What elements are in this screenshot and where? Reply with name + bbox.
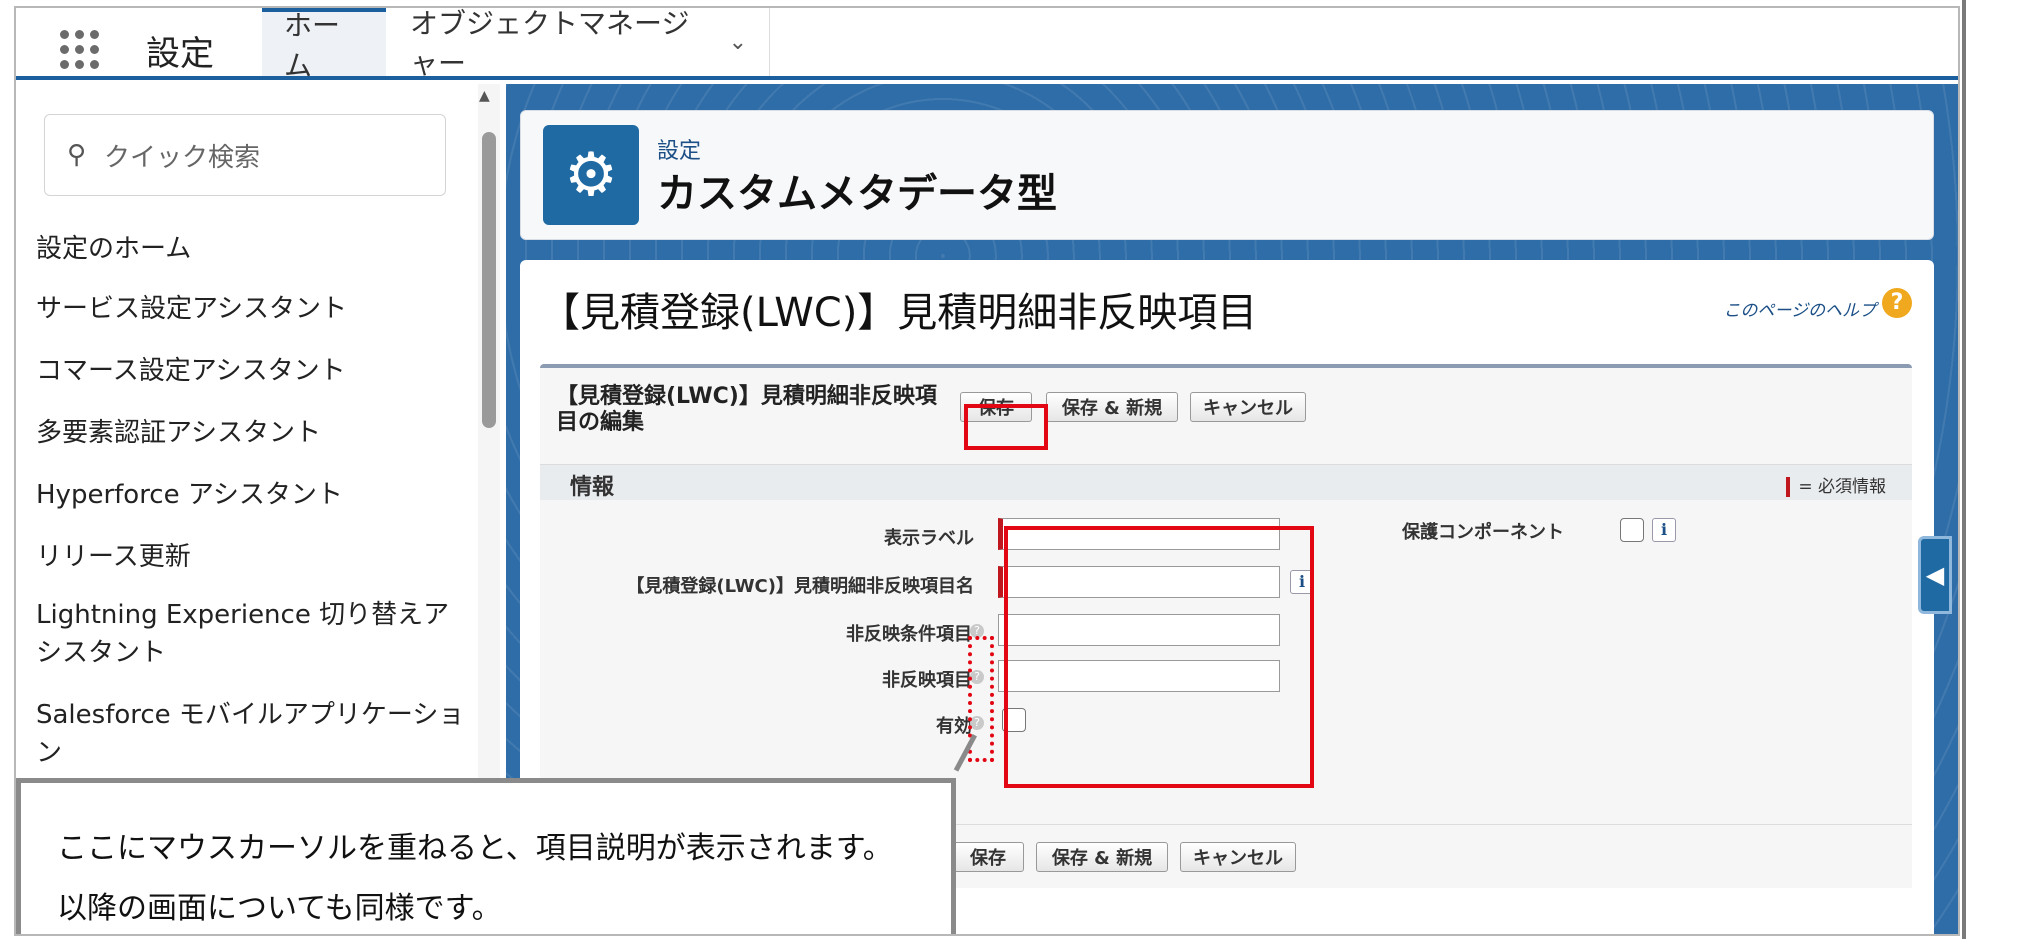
sidebar-item-commerce-assistant[interactable]: コマース設定アシスタント — [36, 352, 476, 390]
scroll-up-icon[interactable]: ▲ — [479, 88, 490, 104]
callout-line-1: ここにマウスカーソルを重ねると、項目説明が表示されます。 — [57, 831, 893, 866]
app-window: 設定 ホーム オブジェクトマネージャー ⌄ ⚲ クイック検索 設定のホーム サー… — [14, 6, 1960, 936]
sidebar-item-service-assistant[interactable]: サービス設定アシスタント — [36, 290, 476, 328]
save-button-highlight — [964, 404, 1048, 450]
sidebar-item-setup-home[interactable]: 設定のホーム — [36, 230, 476, 268]
tab-object-manager[interactable]: オブジェクトマネージャー ⌄ — [388, 8, 770, 80]
callout-line-2: 以降の画面についても同様です。 — [57, 891, 502, 926]
field-label-protected: 保護コンポーネント — [1402, 522, 1564, 543]
protected-info-icon[interactable]: i — [1652, 518, 1676, 542]
save-and-new-button-bottom[interactable]: 保存 & 新規 — [1036, 842, 1168, 872]
tab-object-manager-label: オブジェクトマネージャー — [410, 7, 690, 80]
field-label-api-name: 【見積登録(LWC)】見積明細非反映項目名 — [626, 576, 974, 597]
help-link[interactable]: このページのヘルプ — [1723, 296, 1876, 321]
save-and-new-button[interactable]: 保存 & 新規 — [1046, 392, 1178, 422]
field-label-label: 表示ラベル — [884, 528, 974, 549]
window-edge — [1962, 0, 1966, 939]
setup-gear-icon: ⚙ — [543, 125, 639, 225]
tab-home[interactable]: ホーム — [262, 8, 386, 82]
tab-home-label: ホーム — [284, 9, 341, 82]
sidebar-item-salesforce-mobile[interactable]: Salesforce モバイルアプリケーション — [36, 696, 476, 772]
app-name: 設定 — [146, 34, 214, 74]
input-fields-highlight — [1004, 526, 1314, 788]
chevron-down-icon[interactable]: ⌄ — [729, 30, 747, 55]
search-icon: ⚲ — [67, 140, 87, 170]
page-title: 【見積登録(LWC)】見積明細非反映項目 — [540, 290, 1258, 336]
sidebar-item-release-updates[interactable]: リリース更新 — [36, 538, 476, 576]
sidebar-item-mfa-assistant[interactable]: 多要素認証アシスタント — [36, 414, 476, 452]
quick-find-input[interactable]: ⚲ クイック検索 — [44, 114, 446, 196]
edit-form-title: 【見積登録(LWC)】見積明細非反映項目の編集 — [556, 384, 937, 435]
sidebar-scroll-thumb[interactable] — [482, 132, 496, 428]
global-header: 設定 ホーム オブジェクトマネージャー ⌄ — [16, 8, 1958, 82]
app-launcher-icon[interactable] — [60, 30, 100, 70]
protected-checkbox[interactable] — [1620, 518, 1644, 542]
section-header: 情報 = 必須情報 — [540, 464, 1912, 500]
save-button-bottom[interactable]: 保存 — [952, 842, 1024, 872]
page-header: ⚙ 設定 カスタムメタデータ型 — [520, 110, 1934, 240]
annotation-callout: ここにマウスカーソルを重ねると、項目説明が表示されます。 以降の画面についても同… — [16, 778, 956, 934]
page-header-title: カスタムメタデータ型 — [657, 171, 1057, 217]
sidebar-item-lightning-transition[interactable]: Lightning Experience 切り替えアシスタント — [36, 596, 466, 672]
help-icon[interactable]: ? — [1882, 288, 1912, 318]
sidebar-item-hyperforce-assistant[interactable]: Hyperforce アシスタント — [36, 476, 476, 514]
cancel-button-bottom[interactable]: キャンセル — [1180, 842, 1296, 872]
collapse-panel-icon[interactable]: ◀ — [1918, 536, 1952, 614]
section-title: 情報 — [570, 475, 615, 500]
cancel-button[interactable]: キャンセル — [1190, 392, 1306, 422]
required-legend: = 必須情報 — [1786, 472, 1886, 497]
field-label-excluded: 非反映項目 — [882, 670, 972, 691]
field-label-condition: 非反映条件項目 — [846, 624, 972, 645]
field-label-active: 有効 — [936, 716, 972, 737]
quick-find-placeholder: クイック検索 — [104, 142, 261, 173]
